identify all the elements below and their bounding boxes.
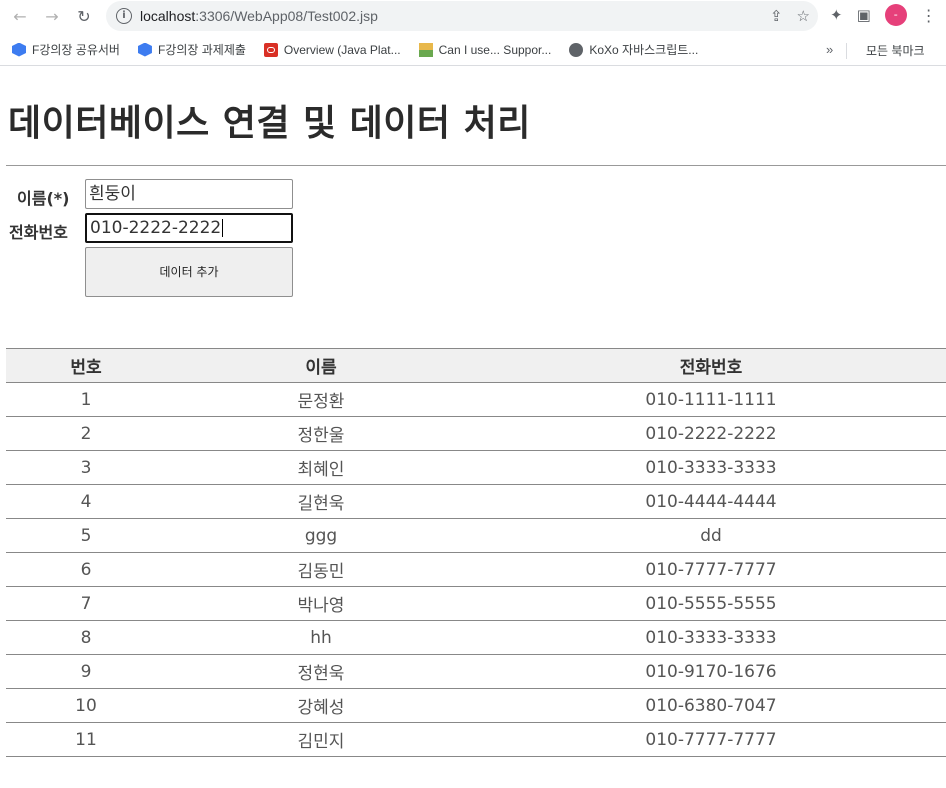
all-bookmarks-label: 모든 북마크 [866,44,925,58]
cell-number: 8 [6,620,166,655]
bookmark-item[interactable]: F강의장 공유서버 [12,41,120,58]
cell-tel: 010-4444-4444 [476,484,946,519]
hexagon-icon [137,42,152,57]
hexagon-icon [12,42,26,57]
bookmarks-overflow-chevron-icon[interactable]: » [826,42,833,57]
url-path: :3306/WebApp08/Test002.jsp [195,8,378,24]
bookmark-label: KoXo 자바스크립트... [589,43,699,57]
bookmark-label: Can I use... Suppor... [438,42,552,57]
member-table: 번호 이름 전화번호 1 문정환 010-1111-1111 2 정한울 010-222… [6,348,946,757]
address-bar[interactable]: i localhost:3306/WebApp08/Test002.jsp ⇪ … [106,1,818,31]
cell-number: 1 [6,382,166,417]
cell-tel: 010-6380-7047 [476,688,946,723]
site-info-icon[interactable]: i [116,8,132,24]
forward-arrow-icon[interactable]: → [40,4,64,28]
tel-label: 전화번호 [9,223,68,242]
bookmark-item[interactable]: F강의장 과제제출 [137,41,246,58]
cell-tel: 010-3333-3333 [476,620,946,655]
cell-name: 강혜성 [166,688,476,723]
table-row: 1 문정환 010-1111-1111 [6,382,946,417]
cell-tel: 010-7777-7777 [476,552,946,587]
cell-number: 4 [6,484,166,519]
table-row: 11 김민지 010-7777-7777 [6,722,946,757]
cell-number: 7 [6,586,166,621]
cell-tel: 010-1111-1111 [476,382,946,417]
table-row: 8 hh 010-3333-3333 [6,620,946,655]
table-row: 5 ggg dd [6,518,946,553]
header-name: 이름 [166,348,476,383]
table-row: 2 정한울 010-2222-2222 [6,416,946,451]
table-header-row: 번호 이름 전화번호 [6,348,946,383]
text-caret [222,219,224,237]
share-icon[interactable]: ⇪ [770,7,783,25]
cell-name: 정현욱 [166,654,476,689]
table-row: 4 길현욱 010-4444-4444 [6,484,946,519]
table-row: 7 박나영 010-5555-5555 [6,586,946,621]
menu-kebab-icon[interactable]: ⋮ [921,6,937,25]
cell-tel: 010-9170-1676 [476,654,946,689]
horizontal-rule [6,165,946,166]
cell-number: 9 [6,654,166,689]
bookmark-label: Overview (Java Plat... [283,42,401,57]
page-title: 데이터베이스 연결 및 데이터 처리 [8,103,531,144]
extensions-puzzle-icon[interactable]: ✦ [830,6,843,24]
back-arrow-icon[interactable]: ← [8,4,32,28]
bookmarks-bar: F강의장 공유서버 F강의장 과제제출 Overview (Java Plat.… [0,34,946,66]
globe-icon [569,42,584,57]
cell-name: hh [166,620,476,655]
bookmark-item[interactable]: Can I use... Suppor... [418,42,552,57]
bookmark-label: F강의장 공유서버 [32,43,120,57]
name-input[interactable]: 흰둥이 [85,179,293,209]
cell-name: 김동민 [166,552,476,587]
cell-number: 6 [6,552,166,587]
cell-tel: 010-3333-3333 [476,450,946,485]
star-bookmark-icon[interactable]: ☆ [797,7,810,25]
tel-input-value: 010-2222-2222 [90,218,222,238]
cell-number: 2 [6,416,166,451]
cell-tel: dd [476,518,946,553]
profile-avatar[interactable]: - [884,4,907,26]
bookmark-item[interactable]: Overview (Java Plat... [263,42,401,57]
cell-name: 박나영 [166,586,476,621]
table-row: 9 정현욱 010-9170-1676 [6,654,946,689]
add-data-button[interactable]: 데이터 추가 [85,247,293,297]
table-row: 3 최혜인 010-3333-3333 [6,450,946,485]
name-label: 이름(*) [17,189,70,208]
cell-number: 5 [6,518,166,553]
table-row: 6 김동민 010-7777-7777 [6,552,946,587]
browser-toolbar: ← → ↻ i localhost:3306/WebApp08/Test002.… [0,0,946,32]
cell-tel: 010-7777-7777 [476,722,946,757]
all-bookmarks-folder[interactable]: 모든 북마크 [858,42,925,59]
cell-tel: 010-5555-5555 [476,586,946,621]
side-panel-icon[interactable]: ▣ [857,6,871,24]
cell-name: 문정환 [166,382,476,417]
cell-number: 3 [6,450,166,485]
tel-input[interactable]: 010-2222-2222 [85,213,293,243]
cell-name: 김민지 [166,722,476,757]
oracle-icon [263,42,278,57]
bookmark-item[interactable]: KoXo 자바스크립트... [569,41,698,58]
chart-icon [418,42,433,57]
bookmark-label: F강의장 과제제출 [157,43,246,57]
table-row: 10 강혜성 010-6380-7047 [6,688,946,723]
cell-name: 최혜인 [166,450,476,485]
cell-tel: 010-2222-2222 [476,416,946,451]
cell-number: 11 [6,722,166,757]
url-host: localhost [140,8,196,24]
cell-name: ggg [166,518,476,553]
reload-icon[interactable]: ↻ [72,4,96,28]
cell-number: 10 [6,688,166,723]
header-number: 번호 [6,348,166,383]
bookmarks-divider [846,43,847,59]
header-tel: 전화번호 [476,348,946,383]
cell-name: 정한울 [166,416,476,451]
cell-name: 길현욱 [166,484,476,519]
